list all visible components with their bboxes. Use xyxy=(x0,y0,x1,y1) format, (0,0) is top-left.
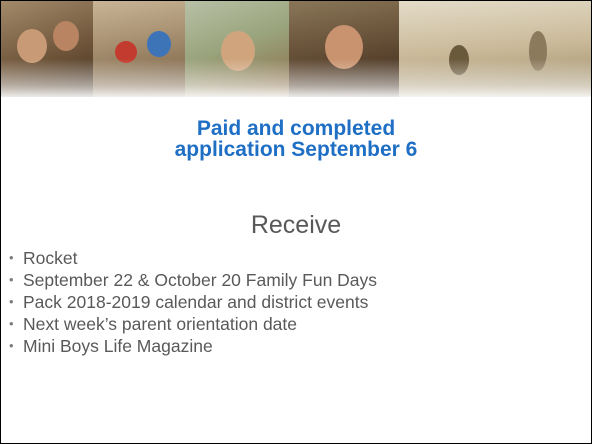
bullet-text: Mini Boys Life Magazine xyxy=(23,336,213,356)
bullet-dot-icon: • xyxy=(9,294,14,309)
slide-title-line-2: application September 6 xyxy=(174,138,418,161)
bullet-item: • Mini Boys Life Magazine xyxy=(9,335,377,357)
bullet-item: • Next week’s parent orientation date xyxy=(9,313,377,335)
slide-subtitle: Receive xyxy=(250,211,342,239)
bullet-dot-icon: • xyxy=(9,250,14,265)
banner-fade xyxy=(1,59,591,97)
slide: Paid and completed application September… xyxy=(0,0,592,444)
photo-figure xyxy=(17,29,47,63)
slide-title: Paid and completed application September… xyxy=(1,118,591,160)
bullet-dot-icon: • xyxy=(9,316,14,331)
bullet-text: Rocket xyxy=(23,248,78,268)
bullet-list: • Rocket • September 22 & October 20 Famil… xyxy=(9,247,377,357)
photo-figure xyxy=(147,31,171,57)
bullet-item: • Rocket xyxy=(9,247,377,269)
bullet-text: September 22 & October 20 Family Fun Day… xyxy=(23,270,378,290)
bullet-item: • September 22 & October 20 Family Fun Da… xyxy=(9,269,377,291)
bullet-text: Next week’s parent orientation date xyxy=(23,314,298,334)
bullet-dot-icon: • xyxy=(9,338,14,353)
bullet-text: Pack 2018-2019 calendar and district eve… xyxy=(23,292,369,312)
bullet-item: • Pack 2018-2019 calendar and district ev… xyxy=(9,291,377,313)
slide-title-line-1: Paid and completed xyxy=(196,117,396,140)
header-photo-banner xyxy=(1,1,591,97)
photo-figure xyxy=(53,21,79,51)
bullet-dot-icon: • xyxy=(9,272,14,287)
